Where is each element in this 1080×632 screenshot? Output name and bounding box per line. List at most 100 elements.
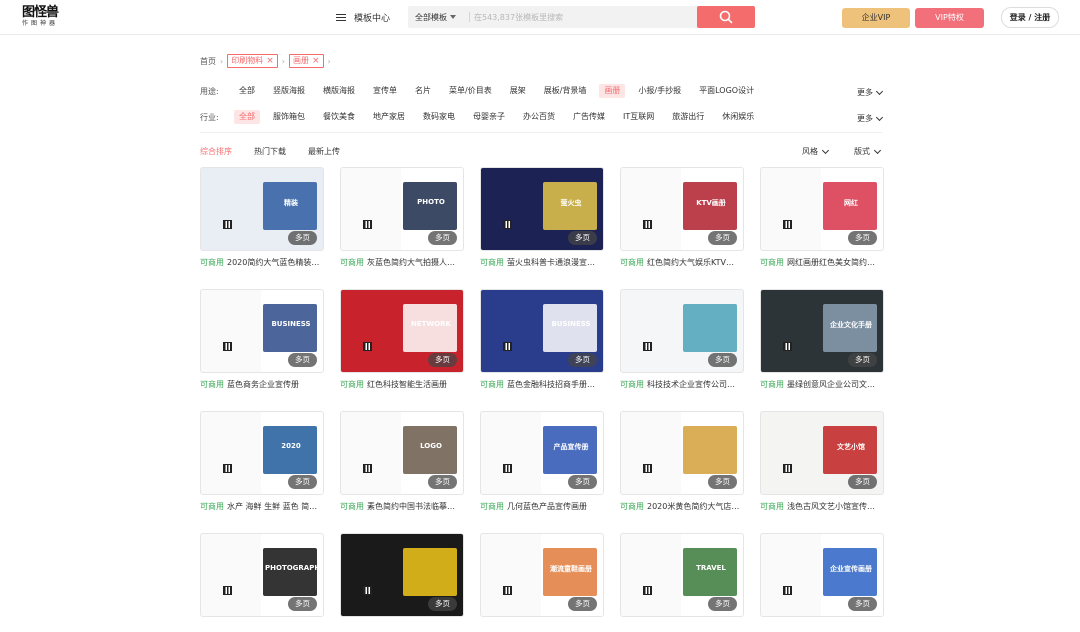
filter-option[interactable]: 小报/手抄报 bbox=[633, 84, 686, 98]
layout-dropdown[interactable]: 版式 bbox=[854, 146, 882, 157]
close-icon[interactable]: × bbox=[312, 55, 320, 67]
template-title[interactable] bbox=[620, 623, 744, 632]
filter-option[interactable]: 展架 bbox=[505, 84, 531, 98]
filter-option[interactable]: 全部 bbox=[234, 110, 260, 124]
template-title[interactable] bbox=[480, 623, 604, 632]
more-industry-button[interactable]: 更多 bbox=[857, 113, 884, 124]
search-category-select[interactable]: 全部模板 bbox=[415, 12, 456, 23]
template-thumbnail[interactable]: 多页 bbox=[620, 411, 744, 495]
template-thumbnail[interactable]: 企业宣传画册 多页 bbox=[760, 533, 884, 617]
template-card[interactable]: LOGO 多页可商用 素色简约中国书法临摹… bbox=[340, 411, 464, 512]
filter-option[interactable]: 画册 bbox=[599, 84, 626, 98]
template-card[interactable]: NETWORK 多页可商用 红色科技智能生活画册 bbox=[340, 289, 464, 390]
template-thumbnail[interactable]: 2020 多页 bbox=[200, 411, 324, 495]
template-title[interactable] bbox=[760, 623, 884, 632]
filter-option[interactable]: IT互联网 bbox=[618, 110, 659, 124]
template-title[interactable]: 可商用 网红画册红色美女简约… bbox=[760, 257, 884, 268]
filter-option[interactable]: 旅游出行 bbox=[667, 110, 709, 124]
filter-option[interactable]: 全部 bbox=[234, 84, 260, 98]
template-title[interactable]: 可商用 蓝色金融科技招商手册… bbox=[480, 379, 604, 390]
template-title[interactable]: 可商用 科技技术企业宣传公司… bbox=[620, 379, 744, 390]
filter-option[interactable]: 地产家居 bbox=[368, 110, 410, 124]
filter-option[interactable]: 休闲娱乐 bbox=[717, 110, 759, 124]
template-thumbnail[interactable]: 多页 bbox=[620, 289, 744, 373]
template-card[interactable]: 多页可商用 科技技术企业宣传公司… bbox=[620, 289, 744, 390]
template-title[interactable]: 可商用 红色科技智能生活画册 bbox=[340, 379, 464, 390]
login-register-button[interactable]: 登录 / 注册 bbox=[1001, 7, 1059, 28]
template-title[interactable]: 可商用 2020简约大气蓝色精装… bbox=[200, 257, 324, 268]
template-thumbnail[interactable]: BUSINESS 多页 bbox=[480, 289, 604, 373]
template-thumbnail[interactable]: 企业文化手册 多页 bbox=[760, 289, 884, 373]
template-card[interactable]: PHOTOGRAPHY 多页 bbox=[200, 533, 324, 632]
template-card[interactable]: 产品宣传册 多页可商用 几何蓝色产品宣传画册 bbox=[480, 411, 604, 512]
more-use-button[interactable]: 更多 bbox=[857, 87, 884, 98]
search-input[interactable] bbox=[474, 9, 694, 25]
template-thumbnail[interactable]: 多页 bbox=[340, 533, 464, 617]
filter-option[interactable]: 餐饮美食 bbox=[318, 110, 360, 124]
style-dropdown[interactable]: 风格 bbox=[802, 146, 830, 157]
vip-privilege-button[interactable]: VIP特权 bbox=[915, 8, 984, 28]
template-title[interactable]: 可商用 素色简约中国书法临摹… bbox=[340, 501, 464, 512]
template-title[interactable]: 可商用 水产 海鲜 生鲜 蓝色 简… bbox=[200, 501, 324, 512]
template-thumbnail[interactable]: 潮流童鞋画册 多页 bbox=[480, 533, 604, 617]
template-thumbnail[interactable]: TRAVEL 多页 bbox=[620, 533, 744, 617]
template-card[interactable]: 文艺小馆 多页可商用 浅色古风文艺小馆宣传… bbox=[760, 411, 884, 512]
template-card[interactable]: 精装 多页可商用 2020简约大气蓝色精装… bbox=[200, 167, 324, 268]
template-thumbnail[interactable]: 精装 多页 bbox=[200, 167, 324, 251]
template-title[interactable] bbox=[200, 623, 324, 632]
sort-tab[interactable]: 热门下载 bbox=[254, 146, 286, 157]
filter-option[interactable]: 服饰箱包 bbox=[268, 110, 310, 124]
template-card[interactable]: 网红 多页可商用 网红画册红色美女简约… bbox=[760, 167, 884, 268]
filter-option[interactable]: 菜单/价目表 bbox=[444, 84, 497, 98]
template-title[interactable]: 可商用 墨绿创意风企业公司文… bbox=[760, 379, 884, 390]
filter-option[interactable]: 横版海报 bbox=[318, 84, 360, 98]
template-card[interactable]: 萤火虫 多页可商用 萤火虫科普卡通浪漫宣… bbox=[480, 167, 604, 268]
enterprise-vip-button[interactable]: 企业VIP bbox=[842, 8, 910, 28]
filter-option[interactable]: 宣传单 bbox=[368, 84, 402, 98]
template-card[interactable]: BUSINESS 多页可商用 蓝色商务企业宣传册 bbox=[200, 289, 324, 390]
template-title[interactable]: 可商用 蓝色商务企业宣传册 bbox=[200, 379, 324, 390]
template-card[interactable]: 2020 多页可商用 水产 海鲜 生鲜 蓝色 简… bbox=[200, 411, 324, 512]
template-title[interactable]: 可商用 几何蓝色产品宣传画册 bbox=[480, 501, 604, 512]
template-card[interactable]: 多页 bbox=[340, 533, 464, 632]
filter-option[interactable]: 竖版海报 bbox=[268, 84, 310, 98]
template-card[interactable]: 潮流童鞋画册 多页 bbox=[480, 533, 604, 632]
sort-tab[interactable]: 最新上传 bbox=[308, 146, 340, 157]
template-title[interactable]: 可商用 浅色古风文艺小馆宣传… bbox=[760, 501, 884, 512]
filter-option[interactable]: 数码家电 bbox=[418, 110, 460, 124]
breadcrumb-home[interactable]: 首页 bbox=[200, 56, 216, 67]
filter-option[interactable]: 展板/背景墙 bbox=[539, 84, 592, 98]
template-title[interactable] bbox=[340, 623, 464, 632]
template-thumbnail[interactable]: PHOTOGRAPHY 多页 bbox=[200, 533, 324, 617]
template-title[interactable]: 可商用 灰蓝色简约大气拍摄人… bbox=[340, 257, 464, 268]
close-icon[interactable]: × bbox=[266, 55, 274, 67]
template-thumbnail[interactable]: 产品宣传册 多页 bbox=[480, 411, 604, 495]
template-thumbnail[interactable]: 文艺小馆 多页 bbox=[760, 411, 884, 495]
template-title[interactable]: 可商用 2020米黄色简约大气店… bbox=[620, 501, 744, 512]
template-thumbnail[interactable]: 萤火虫 多页 bbox=[480, 167, 604, 251]
filter-option[interactable]: 办公百货 bbox=[518, 110, 560, 124]
site-logo[interactable]: 图怪兽 作图神器 bbox=[22, 6, 62, 30]
filter-option[interactable]: 平面LOGO设计 bbox=[694, 84, 759, 98]
template-thumbnail[interactable]: 网红 多页 bbox=[760, 167, 884, 251]
filter-option[interactable]: 名片 bbox=[410, 84, 436, 98]
template-card[interactable]: BUSINESS 多页可商用 蓝色金融科技招商手册… bbox=[480, 289, 604, 390]
filter-option[interactable]: 广告传媒 bbox=[568, 110, 610, 124]
template-center-menu[interactable]: 模板中心 bbox=[336, 11, 390, 24]
template-thumbnail[interactable]: PHOTO 多页 bbox=[340, 167, 464, 251]
template-title[interactable]: 可商用 红色简约大气娱乐KTV… bbox=[620, 257, 744, 268]
template-card[interactable]: 多页可商用 2020米黄色简约大气店… bbox=[620, 411, 744, 512]
template-card[interactable]: TRAVEL 多页 bbox=[620, 533, 744, 632]
template-card[interactable]: KTV画册 多页可商用 红色简约大气娱乐KTV… bbox=[620, 167, 744, 268]
template-card[interactable]: 企业文化手册 多页可商用 墨绿创意风企业公司文… bbox=[760, 289, 884, 390]
template-thumbnail[interactable]: NETWORK 多页 bbox=[340, 289, 464, 373]
filter-option[interactable]: 母婴亲子 bbox=[468, 110, 510, 124]
sort-tab[interactable]: 综合排序 bbox=[200, 146, 232, 157]
template-thumbnail[interactable]: LOGO 多页 bbox=[340, 411, 464, 495]
template-title[interactable]: 可商用 萤火虫科普卡通浪漫宣… bbox=[480, 257, 604, 268]
template-thumbnail[interactable]: BUSINESS 多页 bbox=[200, 289, 324, 373]
template-card[interactable]: PHOTO 多页可商用 灰蓝色简约大气拍摄人… bbox=[340, 167, 464, 268]
search-button[interactable] bbox=[697, 6, 755, 28]
template-thumbnail[interactable]: KTV画册 多页 bbox=[620, 167, 744, 251]
template-card[interactable]: 企业宣传画册 多页 bbox=[760, 533, 884, 632]
